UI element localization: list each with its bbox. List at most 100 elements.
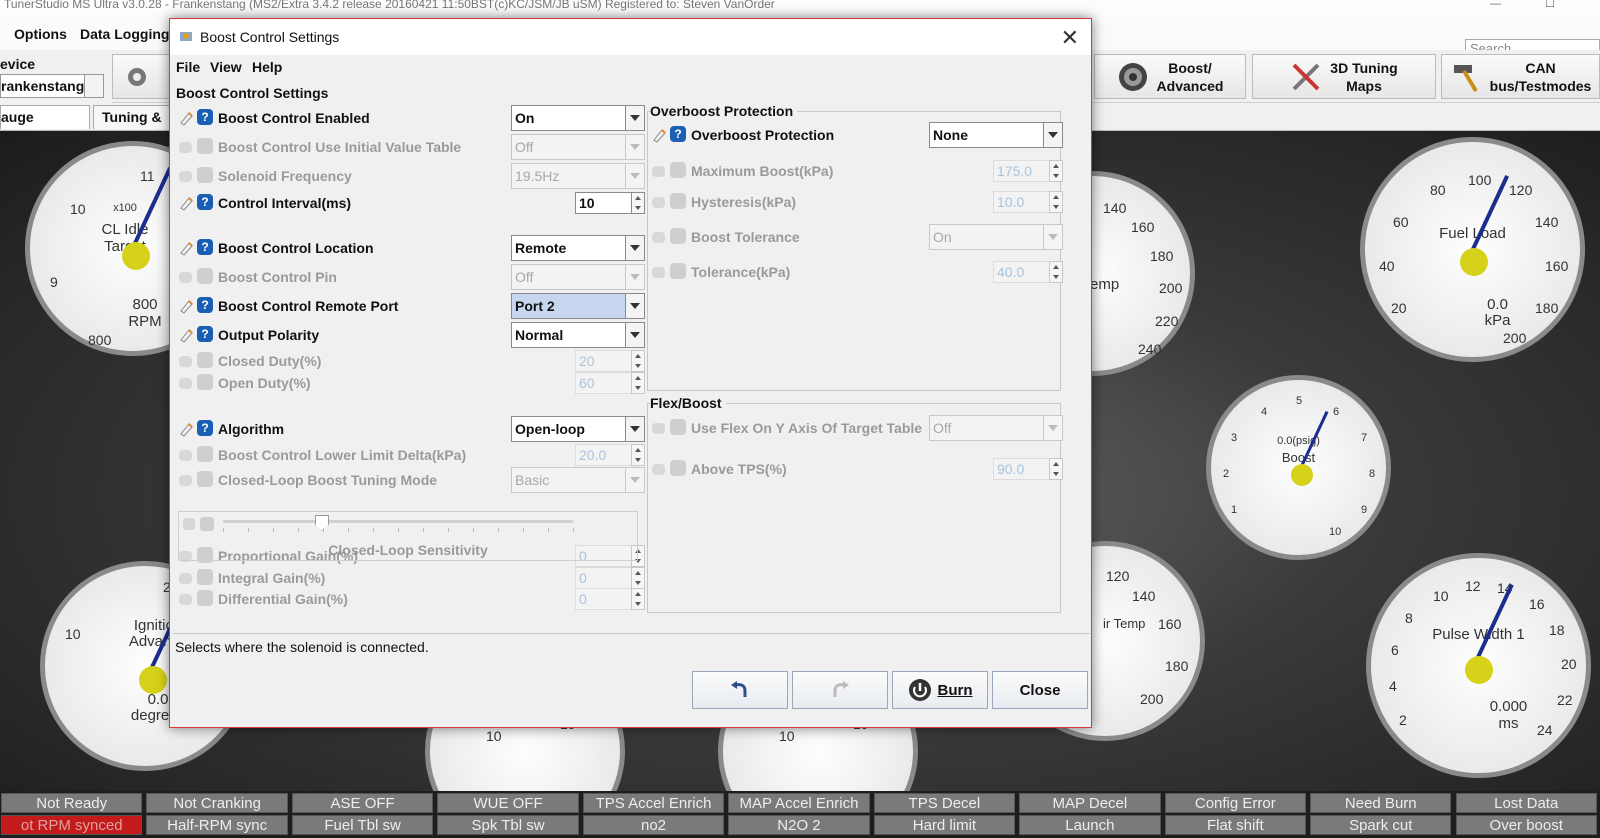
closed-loop-sensitivity-slider-group: Closed-Loop Sensitivity xyxy=(178,511,638,561)
burn-button[interactable]: Burn xyxy=(892,671,988,709)
help-icon[interactable]: ? xyxy=(197,268,213,284)
number-hysteresis[interactable]: 10.0 xyxy=(993,191,1063,213)
tab-tuning[interactable]: Tuning & xyxy=(93,105,173,129)
toolbar-3d-tuning-label: 3D Tuning Maps xyxy=(1330,59,1398,94)
select-use-flex-on-y-axis-of-target-table[interactable]: Off xyxy=(929,415,1063,441)
number-maximum-boost[interactable]: 175.0 xyxy=(993,160,1063,182)
select-boost-control-pin[interactable]: Off xyxy=(511,264,645,290)
number-open-duty[interactable]: 60 xyxy=(575,372,645,394)
help-icon[interactable]: ? xyxy=(670,228,686,244)
close-icon[interactable]: ✕ xyxy=(1061,25,1079,51)
help-icon[interactable]: ? xyxy=(197,590,213,606)
help-icon[interactable]: ? xyxy=(197,471,213,487)
number-boost-control-lower-limit-delta[interactable]: 20.0 xyxy=(575,444,645,466)
select-closed-loop-boost-tuning-mode[interactable]: Basic xyxy=(511,467,645,493)
spinner-icon[interactable] xyxy=(631,350,645,372)
chevron-down-icon[interactable] xyxy=(625,468,644,492)
toolbar-3d-tuning-button[interactable]: 3D Tuning Maps xyxy=(1252,54,1436,99)
help-icon[interactable]: ? xyxy=(670,126,686,142)
help-icon[interactable]: ? xyxy=(197,420,213,436)
help-icon[interactable]: ? xyxy=(197,239,213,255)
help-icon[interactable]: ? xyxy=(670,263,686,279)
spinner-icon[interactable] xyxy=(631,444,645,466)
number-control-interval[interactable]: 10 xyxy=(575,192,645,214)
menu-help[interactable]: Help xyxy=(252,59,282,75)
chevron-down-icon[interactable] xyxy=(625,265,644,289)
slider-thumb[interactable] xyxy=(315,515,329,531)
close-button[interactable]: Close xyxy=(992,671,1088,709)
chevron-down-icon[interactable] xyxy=(625,236,644,260)
chevron-down-icon[interactable] xyxy=(625,294,644,318)
gauge-tick: 16 xyxy=(1529,596,1545,612)
select-output-polarity[interactable]: Normal xyxy=(511,322,645,348)
slider-track[interactable] xyxy=(223,520,573,523)
help-icon[interactable]: ? xyxy=(197,374,213,390)
select-boost-tolerance[interactable]: On xyxy=(929,224,1063,250)
chevron-down-icon[interactable] xyxy=(625,417,644,441)
help-icon[interactable]: ? xyxy=(670,162,686,178)
undo-button[interactable] xyxy=(692,671,788,709)
help-icon[interactable]: ? xyxy=(197,138,213,154)
menu-view[interactable]: View xyxy=(210,59,242,75)
number-tolerance[interactable]: 40.0 xyxy=(993,261,1063,283)
gauge-boost[interactable]: 0.0(psig) Boost 4 5 6 3 7 2 8 1 9 10 xyxy=(1206,375,1391,560)
menu-options[interactable]: Options xyxy=(14,26,67,42)
maximize-icon[interactable]: ☐ xyxy=(1545,0,1555,10)
status-indicator-not-ready: Not Ready xyxy=(1,793,143,813)
spinner-icon[interactable] xyxy=(1049,191,1063,213)
minimize-icon[interactable]: — xyxy=(1490,0,1501,10)
help-icon[interactable]: ? xyxy=(197,194,213,210)
toolbar-button-partial[interactable] xyxy=(112,54,170,99)
help-icon[interactable]: ? xyxy=(197,297,213,313)
help-icon[interactable]: ? xyxy=(670,419,686,435)
gauge-hub xyxy=(122,242,150,270)
help-icon[interactable]: ? xyxy=(197,109,213,125)
spinner-icon[interactable] xyxy=(1049,261,1063,283)
slider-tick xyxy=(223,528,224,532)
menu-file[interactable]: File xyxy=(176,59,200,75)
help-icon[interactable]: ? xyxy=(197,326,213,342)
chevron-down-icon[interactable] xyxy=(625,164,644,188)
menu-data-logging[interactable]: Data Logging xyxy=(80,26,169,42)
tab-gauge-cluster[interactable]: auge Cluster xyxy=(0,105,90,147)
select-overboost-protection[interactable]: None xyxy=(929,122,1063,148)
number-differential-gain[interactable]: 0 xyxy=(575,588,645,610)
help-icon[interactable]: ? xyxy=(197,352,213,368)
number-integral-gain[interactable]: 0 xyxy=(575,567,645,589)
number-closed-duty[interactable]: 20 xyxy=(575,350,645,372)
help-icon[interactable]: ? xyxy=(197,569,213,585)
device-select[interactable]: rankenstang xyxy=(0,74,104,98)
redo-button[interactable] xyxy=(792,671,888,709)
slider-tick xyxy=(548,528,549,532)
chevron-down-icon[interactable] xyxy=(1043,225,1062,249)
chevron-down-icon[interactable] xyxy=(84,75,103,97)
select-solenoid-frequency[interactable]: 19.5Hz xyxy=(511,163,645,189)
chevron-down-icon[interactable] xyxy=(625,135,644,159)
spinner-icon[interactable] xyxy=(631,588,645,610)
help-icon[interactable]: ? xyxy=(670,193,686,209)
number-above-tps[interactable]: 90.0 xyxy=(993,458,1063,480)
spinner-icon[interactable] xyxy=(631,192,645,214)
chevron-down-icon[interactable] xyxy=(625,106,644,130)
spinner-icon[interactable] xyxy=(631,567,645,589)
select-boost-control-remote-port[interactable]: Port 2 xyxy=(511,293,645,319)
select-boost-control-enabled[interactable]: On xyxy=(511,105,645,131)
help-icon[interactable]: ? xyxy=(197,167,213,183)
select-algorithm[interactable]: Open-loop xyxy=(511,416,645,442)
chevron-down-icon[interactable] xyxy=(625,323,644,347)
toolbar-boost-advanced-button[interactable]: Boost/ Advanced xyxy=(1094,54,1246,99)
gauge-fuel-load[interactable]: Fuel Load 0.0 kPa 80 100 120 60 140 40 1… xyxy=(1360,137,1585,362)
burn-icon xyxy=(908,679,931,701)
spinner-icon[interactable] xyxy=(1049,458,1063,480)
help-icon[interactable]: ? xyxy=(670,460,686,476)
select-boost-control-location[interactable]: Remote xyxy=(511,235,645,261)
chevron-down-icon[interactable] xyxy=(1043,416,1062,440)
gauge-pulse-width[interactable]: Pulse Width 1 0.000 ms 10 12 14 8 16 6 1… xyxy=(1366,553,1591,778)
spinner-icon[interactable] xyxy=(631,372,645,394)
spinner-icon[interactable] xyxy=(1049,160,1063,182)
select-boost-control-use-initial-value-table[interactable]: Off xyxy=(511,134,645,160)
setting-label: Hysteresis(kPa) xyxy=(691,194,797,210)
help-icon[interactable]: ? xyxy=(197,446,213,462)
toolbar-can-bus-button[interactable]: CAN bus/Testmodes xyxy=(1441,54,1600,99)
chevron-down-icon[interactable] xyxy=(1043,123,1062,147)
